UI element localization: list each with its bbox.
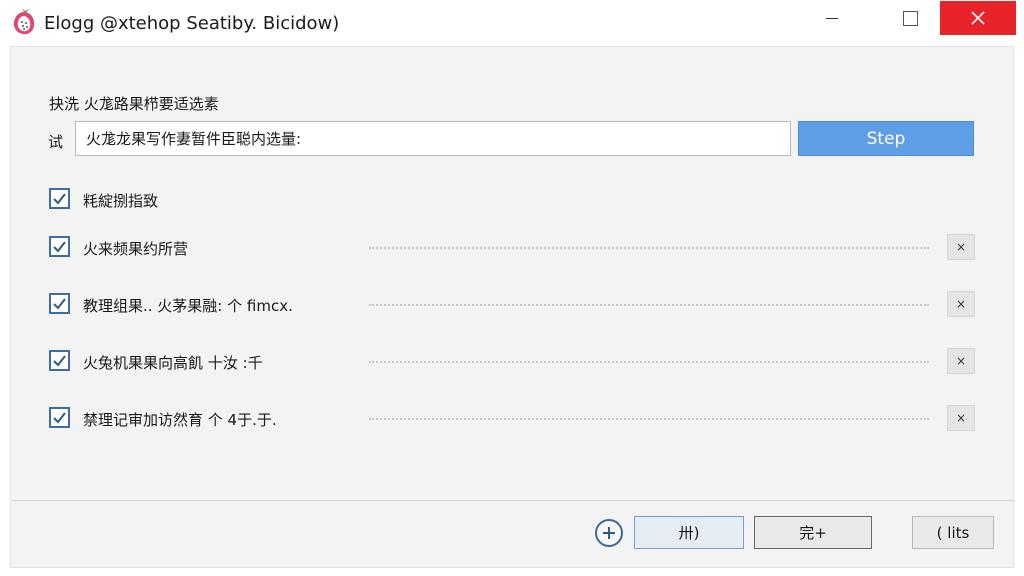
minimize-button[interactable] <box>812 0 852 36</box>
remove-option-button[interactable]: × <box>947 291 975 317</box>
remove-option-button[interactable]: × <box>947 234 975 260</box>
option-checkbox[interactable] <box>49 293 70 314</box>
option-checkbox[interactable] <box>49 407 70 428</box>
dotted-leader <box>369 361 929 363</box>
section-heading: 抉洗 火尨路果栉要适选素 <box>49 95 219 113</box>
checkmark-icon <box>53 412 66 424</box>
dialog-body: 抉洗 火尨路果栉要适选素 试 Step 粍綻捌指致 火来频果约所营 × 教理组果… <box>10 46 1014 568</box>
maximize-icon <box>902 10 918 26</box>
checkmark-icon <box>53 241 66 253</box>
checkmark-icon <box>53 298 66 310</box>
remove-option-button[interactable]: × <box>947 405 975 431</box>
option-label: 教理组果.. 火茅果融: 个 fimcx. <box>83 297 293 315</box>
option-label: 火兔机果果向高飢 十汝 :千 <box>83 354 263 372</box>
option-label: 禁理记审加访然育 个 4于.于. <box>83 411 277 429</box>
add-option-button[interactable] <box>595 519 623 547</box>
footer-divider <box>12 500 1014 501</box>
footer-button-c[interactable]: ( lits <box>912 516 994 549</box>
option-checkbox[interactable] <box>49 188 70 209</box>
option-checkbox[interactable] <box>49 350 70 371</box>
path-label: 试 <box>48 133 64 151</box>
option-label: 火来频果约所营 <box>83 240 189 258</box>
dragonfruit-app-icon <box>13 8 35 35</box>
checkmark-icon <box>53 193 66 205</box>
option-row[interactable]: 火来频果约所营 × <box>49 234 979 260</box>
dotted-leader <box>369 247 929 249</box>
checkmark-icon <box>53 355 66 367</box>
title-bar: Elogg @xtehop Seatiby. Bicidow) <box>0 0 1024 46</box>
maximize-button[interactable] <box>890 0 930 36</box>
window-title: Elogg @xtehop Seatiby. Bicidow) <box>44 13 340 34</box>
step-button[interactable]: Step <box>798 121 974 156</box>
option-label: 粍綻捌指致 <box>83 192 159 210</box>
plus-icon <box>603 527 615 539</box>
dotted-leader <box>369 304 929 306</box>
close-icon <box>971 11 985 25</box>
footer-button-b[interactable]: 完+ <box>754 516 872 549</box>
option-row[interactable]: 教理组果.. 火茅果融: 个 fimcx. × <box>49 291 979 317</box>
option-row[interactable]: 禁理记审加访然育 个 4于.于. × <box>49 405 979 431</box>
path-input[interactable] <box>75 121 791 156</box>
close-button[interactable] <box>940 1 1016 35</box>
option-checkbox[interactable] <box>49 236 70 257</box>
option-row[interactable]: 粍綻捌指致 <box>49 187 979 211</box>
minimize-icon <box>826 17 838 19</box>
footer-button-a[interactable]: 卅) <box>634 516 744 549</box>
option-row[interactable]: 火兔机果果向高飢 十汝 :千 × <box>49 348 979 374</box>
remove-option-button[interactable]: × <box>947 348 975 374</box>
dotted-leader <box>369 418 929 420</box>
